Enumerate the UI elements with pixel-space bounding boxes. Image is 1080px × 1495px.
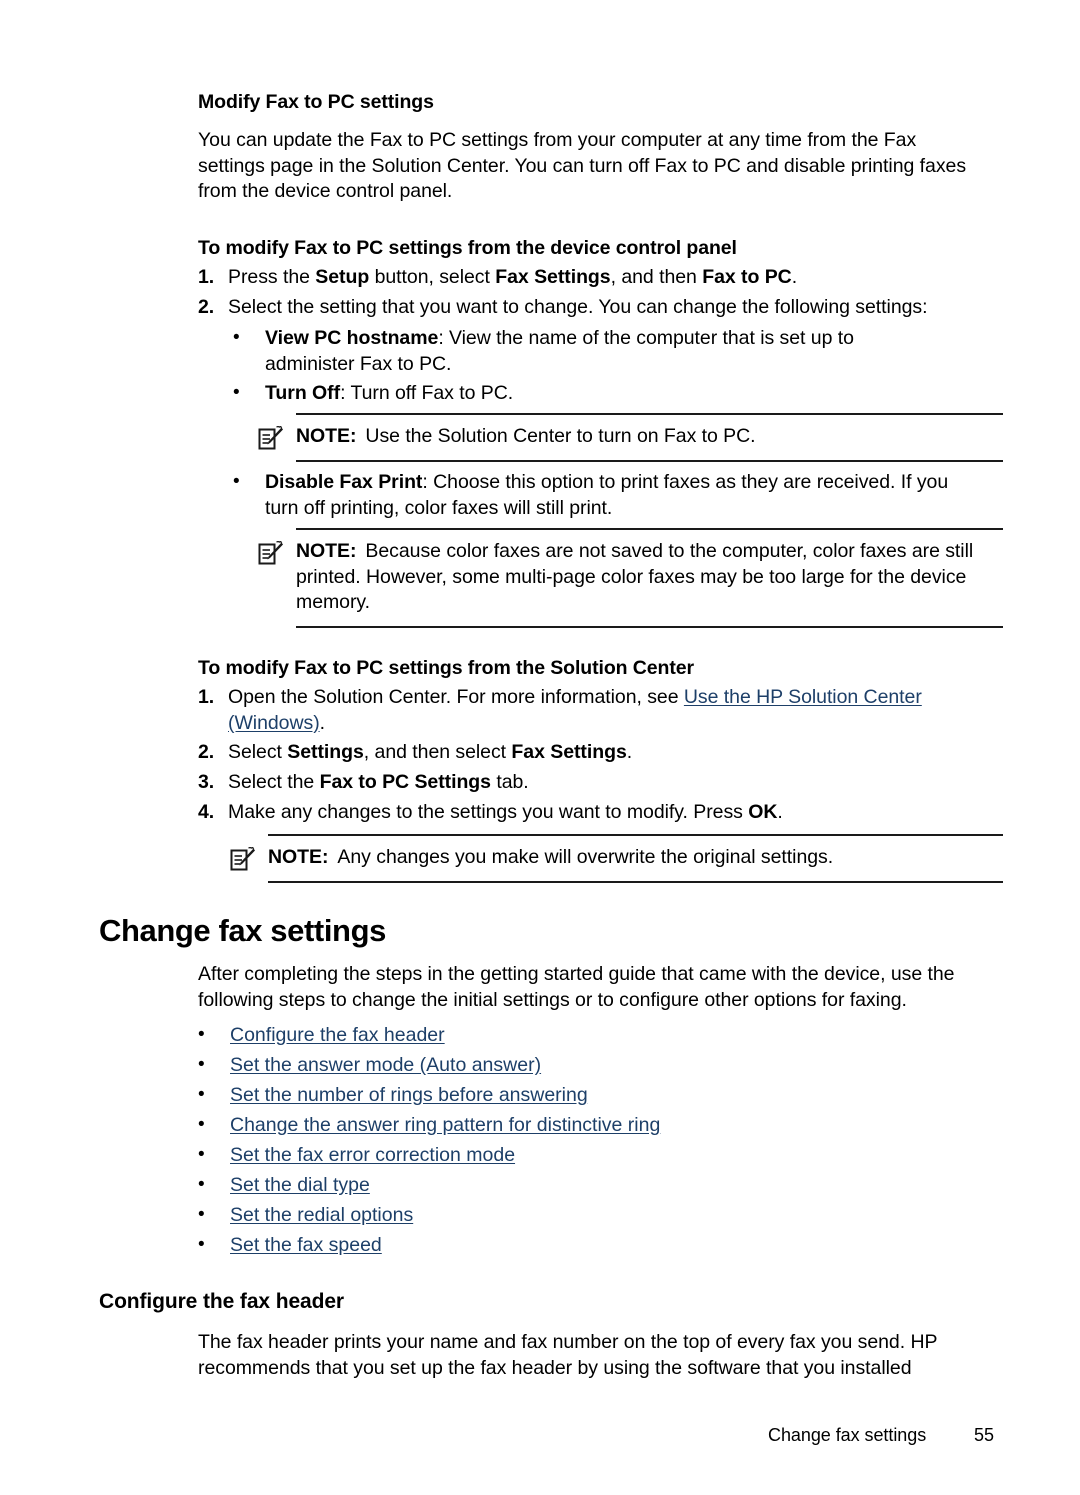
paragraph-modify-fax-to-pc-intro: You can update the Fax to PC settings fr… <box>198 129 967 202</box>
footer-section-label: Change fax settings <box>768 1425 927 1445</box>
note-box: NOTE: Any changes you make will overwrite… <box>230 834 1003 883</box>
step-item: 1. Press the Setup button, select Fax Se… <box>198 265 998 291</box>
toc-link-item: • Set the number of rings before answeri… <box>198 1083 588 1109</box>
link-configure-the-fax-header[interactable]: Configure the fax header <box>230 1024 445 1046</box>
step-text: Select the Fax to PC Settings tab. <box>228 771 529 793</box>
setting-bullet-disable-fax-print: • Disable Fax Print: Choose this option … <box>233 470 973 521</box>
bullet-marker: • <box>198 1144 205 1165</box>
page-number: 55 <box>974 1425 994 1445</box>
bullet-marker: • <box>233 471 240 492</box>
step-number: 2. <box>198 296 215 318</box>
toc-link-item: • Change the answer ring pattern for dis… <box>198 1113 660 1139</box>
setting-bullet-text: View PC hostname: View the name of the c… <box>265 327 854 375</box>
link-change-the-answer-ring-pattern[interactable]: Change the answer ring pattern for disti… <box>230 1114 660 1136</box>
bullet-marker: • <box>198 1114 205 1135</box>
note-text: Use the Solution Center to turn on Fax t… <box>365 425 756 447</box>
bullet-marker: • <box>198 1174 205 1195</box>
setting-bullet-text: Disable Fax Print: Choose this option to… <box>265 471 949 519</box>
link-set-the-fax-error-correction-mode[interactable]: Set the fax error correction mode <box>230 1144 515 1166</box>
step-text: Select Settings, and then select Fax Set… <box>228 741 633 763</box>
step-item: 3. Select the Fax to PC Settings tab. <box>198 770 988 796</box>
toc-link-text: Set the number of rings before answering <box>230 1083 588 1109</box>
toc-link-item: • Set the answer mode (Auto answer) <box>198 1053 541 1079</box>
note-text: Because color faxes are not saved to the… <box>296 540 974 613</box>
toc-link-item: • Set the fax error correction mode <box>198 1143 515 1169</box>
link-set-the-fax-speed[interactable]: Set the fax speed <box>230 1234 382 1256</box>
bullet-marker: • <box>198 1204 205 1225</box>
toc-link-text: Set the fax speed <box>230 1233 382 1259</box>
note-text: Any changes you make will overwrite the … <box>337 846 834 868</box>
step-text: Select the setting that you want to chan… <box>228 296 928 318</box>
step-number: 3. <box>198 771 215 793</box>
step-text: Make any changes to the settings you wan… <box>228 801 783 823</box>
toc-link-item: • Configure the fax header <box>198 1023 445 1049</box>
setting-bullet-text: Turn Off: Turn off Fax to PC. <box>265 382 514 404</box>
bullet-marker: • <box>198 1054 205 1075</box>
toc-link-item: • Set the dial type <box>198 1173 370 1199</box>
step-item: 1. Open the Solution Center. For more in… <box>198 685 988 736</box>
heading-solution-center: To modify Fax to PC settings from the So… <box>198 657 694 679</box>
heading-modify-fax-to-pc: Modify Fax to PC settings <box>198 91 434 113</box>
setting-bullet-turn-off: • Turn Off: Turn off Fax to PC. <box>233 381 933 407</box>
step-number: 2. <box>198 741 215 763</box>
note-content: NOTE: Because color faxes are not saved t… <box>258 530 1003 626</box>
step-number: 1. <box>198 686 215 708</box>
bullet-marker: • <box>198 1024 205 1045</box>
paragraph-change-fax-settings-intro: After completing the steps in the gettin… <box>198 963 955 1011</box>
note-content: NOTE: Use the Solution Center to turn on … <box>258 415 1003 460</box>
step-item: 2. Select the setting that you want to c… <box>198 295 998 321</box>
step-item: 2. Select Settings, and then select Fax … <box>198 740 988 766</box>
link-set-the-dial-type[interactable]: Set the dial type <box>230 1174 370 1196</box>
note-box: NOTE: Because color faxes are not saved t… <box>258 528 1003 628</box>
toc-link-item: • Set the redial options <box>198 1203 413 1229</box>
setting-bullet-view-pc-hostname: • View PC hostname: View the name of the… <box>233 326 933 377</box>
toc-link-text: Set the answer mode (Auto answer) <box>230 1053 541 1079</box>
toc-link-text: Set the dial type <box>230 1173 370 1199</box>
bullet-marker: • <box>233 382 240 403</box>
heading-device-control-panel: To modify Fax to PC settings from the de… <box>198 237 737 259</box>
note-pencil-icon <box>258 540 284 567</box>
note-content: NOTE: Any changes you make will overwrite… <box>230 836 1003 881</box>
toc-link-item: • Set the fax speed <box>198 1233 382 1259</box>
bullet-marker: • <box>198 1084 205 1105</box>
note-pencil-icon <box>230 846 256 873</box>
step-text: Press the Setup button, select Fax Setti… <box>228 266 798 288</box>
note-label: NOTE: <box>268 846 329 868</box>
note-label: NOTE: <box>296 540 357 562</box>
step-number: 4. <box>198 801 215 823</box>
toc-link-text: Change the answer ring pattern for disti… <box>230 1113 660 1139</box>
bullet-marker: • <box>198 1234 205 1255</box>
bullet-marker: • <box>233 327 240 348</box>
toc-link-text: Configure the fax header <box>230 1023 445 1049</box>
toc-link-text: Set the fax error correction mode <box>230 1143 515 1169</box>
heading-configure-the-fax-header: Configure the fax header <box>99 1290 344 1313</box>
page-title-change-fax-settings: Change fax settings <box>99 913 386 948</box>
paragraph-configure-fax-header-intro: The fax header prints your name and fax … <box>198 1331 938 1379</box>
toc-link-text: Set the redial options <box>230 1203 413 1229</box>
link-set-the-number-of-rings[interactable]: Set the number of rings before answering <box>230 1084 588 1106</box>
note-pencil-icon <box>258 425 284 452</box>
step-item: 4. Make any changes to the settings you … <box>198 800 988 826</box>
note-label: NOTE: <box>296 425 357 447</box>
document-page: Modify Fax to PC settings You can update… <box>0 0 1080 1495</box>
link-set-the-answer-mode[interactable]: Set the answer mode (Auto answer) <box>230 1054 541 1076</box>
step-number: 1. <box>198 266 215 288</box>
step-text: Open the Solution Center. For more infor… <box>228 686 922 734</box>
link-set-the-redial-options[interactable]: Set the redial options <box>230 1204 413 1226</box>
note-box: NOTE: Use the Solution Center to turn on … <box>258 413 1003 462</box>
